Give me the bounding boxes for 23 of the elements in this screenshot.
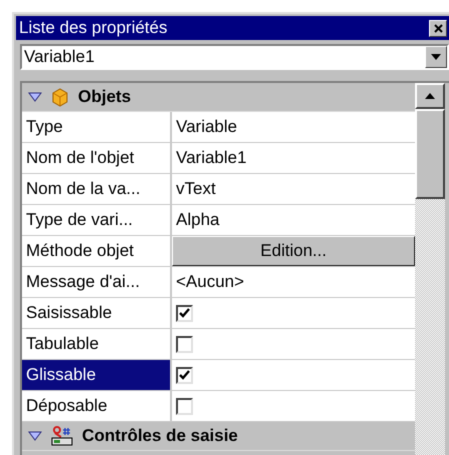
property-value: vText bbox=[176, 179, 216, 199]
property-name[interactable]: Glissable bbox=[22, 360, 172, 390]
collapse-triangle-icon[interactable] bbox=[28, 92, 42, 102]
object-dropdown[interactable]: Variable1 bbox=[20, 44, 449, 70]
checkbox[interactable] bbox=[176, 304, 193, 322]
checkbox[interactable] bbox=[176, 336, 193, 352]
collapse-triangle-icon[interactable] bbox=[28, 431, 42, 441]
property-value: Variable1 bbox=[176, 148, 247, 168]
checkbox[interactable] bbox=[176, 398, 193, 414]
cube-icon bbox=[50, 87, 70, 107]
scrollbar[interactable] bbox=[415, 83, 445, 455]
edit-button[interactable]: Edition... bbox=[172, 236, 415, 266]
section-title: Objets bbox=[78, 87, 131, 107]
property-value: <Aucun> bbox=[176, 272, 244, 292]
checkbox[interactable] bbox=[176, 366, 193, 384]
section-title: Contrôles de saisie bbox=[82, 426, 238, 446]
close-icon[interactable] bbox=[429, 20, 447, 36]
input-controls-icon bbox=[50, 425, 74, 447]
scroll-up-icon[interactable] bbox=[415, 83, 445, 109]
window-title: Liste des propriétés bbox=[19, 18, 168, 38]
property-value: Variable bbox=[176, 117, 238, 137]
property-value: Alpha bbox=[176, 210, 220, 230]
scrollbar-thumb[interactable] bbox=[415, 109, 445, 199]
